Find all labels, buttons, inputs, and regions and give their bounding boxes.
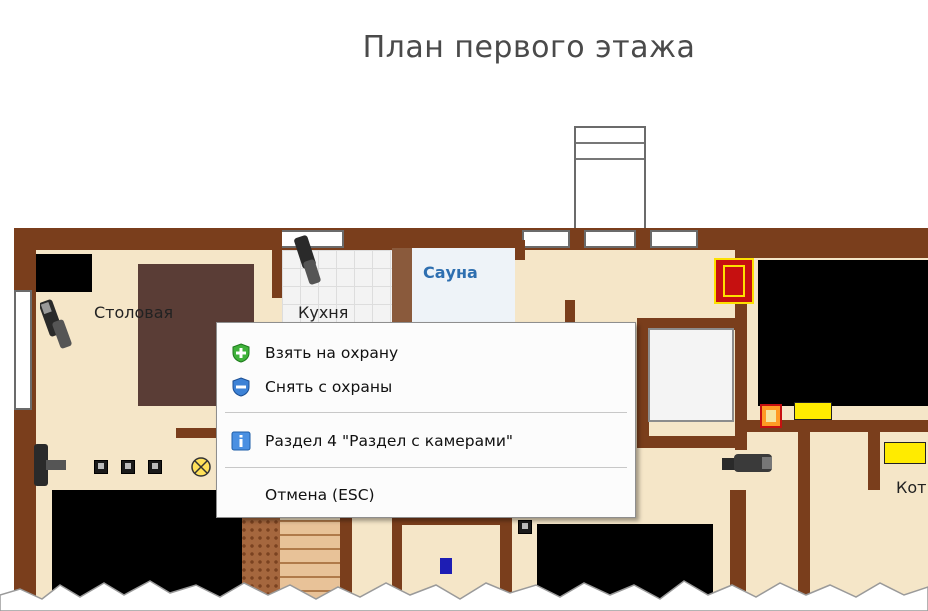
window [522,230,570,248]
camera-icon[interactable] [292,234,328,290]
wall [565,300,575,324]
sensor-icon[interactable] [148,460,162,474]
sensor-icon[interactable] [94,460,108,474]
torn-edge [0,580,928,611]
window [14,290,32,410]
window [650,230,698,248]
wall [272,228,282,298]
chimney-line [576,158,644,160]
camera-icon[interactable] [30,440,70,494]
menu-item-cancel[interactable]: Отмена (ESC) [217,479,635,511]
camera-icon[interactable] [722,452,778,476]
door-marker [794,402,832,420]
menu-separator [225,412,627,413]
closet [648,328,734,422]
door-sensor-icon[interactable] [760,404,782,428]
door-marker [884,442,926,464]
sensor-icon[interactable] [121,460,135,474]
room-label-sauna: Сауна [423,263,478,282]
menu-item-label: Взять на охрану [265,344,399,362]
wall [868,430,880,490]
context-menu: Взять на охрану Снять с охраны Раздел 4 … [216,322,636,518]
wall [176,428,216,438]
wall [515,240,525,260]
room-label-boiler: Кот [896,478,927,497]
menu-item-arm[interactable]: Взять на охрану [217,337,635,369]
floor-plan: Столовая Кухня Сауна Кот [0,0,928,611]
room-label-dining: Столовая [94,303,174,322]
menu-separator [225,467,627,468]
wall [392,248,412,328]
dark-area [758,260,928,406]
menu-item-section-info[interactable]: Раздел 4 "Раздел с камерами" [217,425,635,457]
info-icon [231,431,251,451]
dark-area [36,254,92,292]
camera-icon[interactable] [40,294,84,354]
wall [747,248,928,258]
menu-item-disarm[interactable]: Снять с охраны [217,371,635,403]
sensor-icon[interactable] [518,520,532,534]
wall-top [14,228,928,250]
room-label-kitchen: Кухня [298,303,349,322]
sauna-room [412,248,515,324]
shield-plus-icon [232,343,250,363]
chimney-line [576,142,644,144]
wall [637,436,747,448]
lamp-icon[interactable] [190,456,212,478]
menu-item-label: Снять с охраны [265,378,393,396]
shield-minus-icon [232,377,250,397]
window [584,230,636,248]
fire-alarm-icon[interactable] [714,258,754,304]
menu-item-label: Раздел 4 "Раздел с камерами" [265,432,514,450]
menu-item-label: Отмена (ESC) [265,486,375,504]
